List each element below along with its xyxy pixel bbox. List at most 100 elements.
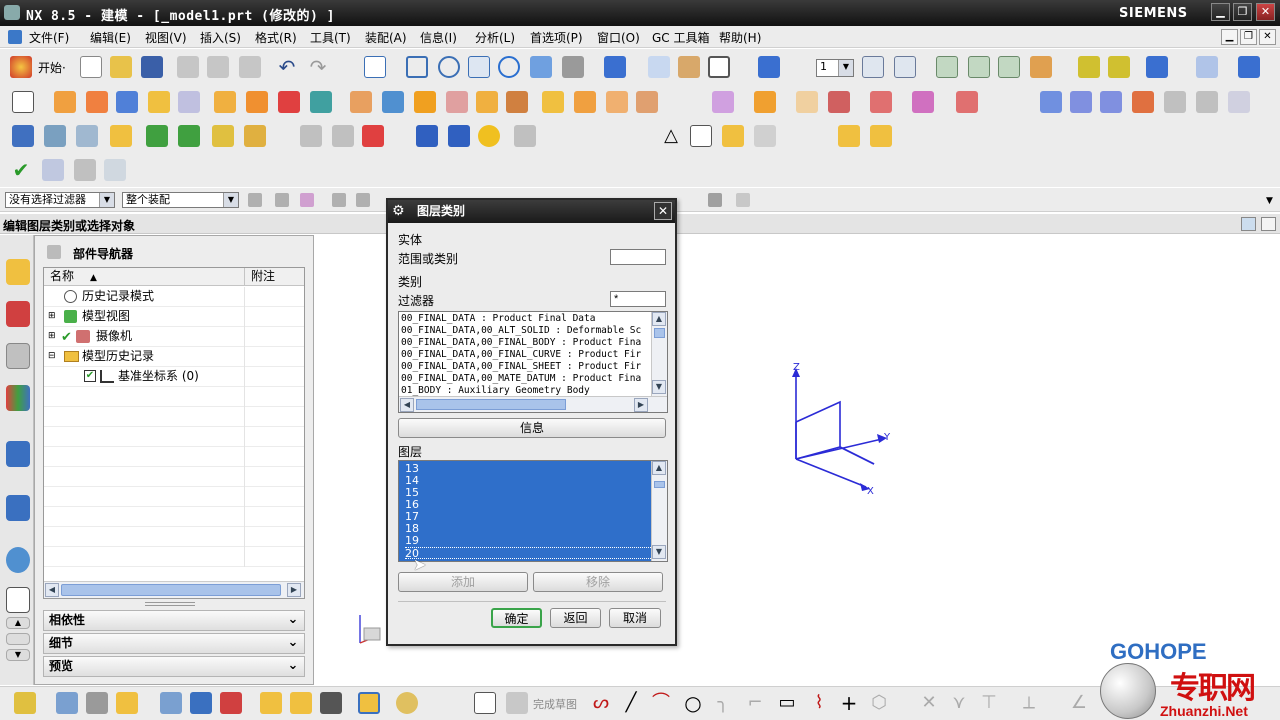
assembly-move-icon[interactable] <box>212 125 234 147</box>
resbar-menu-icon[interactable] <box>6 633 30 645</box>
table-icon[interactable] <box>690 125 712 147</box>
rectangle-icon[interactable]: ▭ <box>776 692 798 714</box>
chamfer-sketch-icon[interactable]: ⌐ <box>744 692 766 714</box>
restore-button[interactable]: ❐ <box>1233 3 1252 21</box>
reposition-icon[interactable] <box>190 692 212 714</box>
render-style-icon[interactable] <box>562 56 584 78</box>
sync-move-face-icon[interactable] <box>712 91 734 113</box>
split-body-icon[interactable] <box>606 91 628 113</box>
tree-row[interactable]: ✔ 基准坐标系 (0) <box>44 367 304 387</box>
add-component-icon[interactable] <box>116 692 138 714</box>
clip-icon[interactable] <box>396 692 418 714</box>
datum-plane-icon[interactable] <box>278 91 300 113</box>
resbar-down-icon[interactable]: ▼ <box>6 649 30 661</box>
category-vscrollbar[interactable]: ▲ ▼ <box>651 312 667 396</box>
report-icon[interactable] <box>74 159 96 181</box>
lights-icon[interactable] <box>648 56 670 78</box>
quick-extend-icon[interactable]: ⋎ <box>948 692 970 714</box>
constraint-navigator-icon[interactable] <box>6 301 30 327</box>
back-button[interactable]: 返回 <box>550 608 601 628</box>
status-window-icon[interactable] <box>1261 217 1276 231</box>
mirror-assembly-icon[interactable] <box>160 692 182 714</box>
category-hscrollbar[interactable]: ◀ ▶ <box>399 396 667 412</box>
revolve-icon[interactable] <box>86 91 108 113</box>
layer-stack-icon[interactable] <box>44 125 66 147</box>
explode-icon[interactable] <box>220 692 242 714</box>
menu-help[interactable]: 帮助(H) <box>719 29 761 46</box>
show-hide-icon[interactable] <box>1108 56 1130 78</box>
resbar-up-icon[interactable]: ▲ <box>6 617 30 629</box>
database-icon[interactable] <box>76 125 98 147</box>
scroll-left-arrow[interactable]: ◀ <box>400 398 414 412</box>
zoom-window-icon[interactable] <box>406 56 428 78</box>
point-icon[interactable]: + <box>838 692 860 714</box>
checkmate-icon[interactable] <box>42 159 64 181</box>
filter-icon[interactable] <box>248 193 262 207</box>
wave-geometry-linker-icon[interactable] <box>320 692 342 714</box>
offset-face-icon[interactable] <box>636 91 658 113</box>
expand-icon[interactable]: ⊞ <box>48 327 56 346</box>
rotate-icon[interactable] <box>498 56 520 78</box>
pattern-face-icon[interactable] <box>912 91 934 113</box>
part-navigator-icon[interactable] <box>6 343 30 369</box>
pan-icon[interactable] <box>468 56 490 78</box>
menu-tools[interactable]: 工具(T) <box>310 29 351 46</box>
tree-row[interactable]: 历史记录模式 <box>44 287 304 307</box>
scroll-right-arrow[interactable]: ▶ <box>634 398 648 412</box>
menu-analysis[interactable]: 分析(L) <box>475 29 515 46</box>
list-item[interactable]: 00_FINAL_DATA,00_MATE_DATUM : Product Fi… <box>401 373 649 385</box>
start-icon[interactable] <box>10 56 32 78</box>
constraints-icon[interactable]: ∠ <box>1068 692 1090 714</box>
block-icon[interactable] <box>116 91 138 113</box>
scroll-right-arrow[interactable]: ▶ <box>287 583 301 597</box>
history-icon[interactable] <box>6 547 30 573</box>
edit-object-display-icon[interactable] <box>1078 56 1100 78</box>
quick-trim-icon[interactable]: ✕ <box>918 692 940 714</box>
collapse-icon[interactable]: ⊟ <box>48 347 56 366</box>
fit-view-icon[interactable] <box>364 56 386 78</box>
perspective-icon[interactable] <box>530 56 552 78</box>
cylinder-icon[interactable] <box>148 91 170 113</box>
sequence-icon[interactable] <box>260 692 282 714</box>
menu-window[interactable]: 窗口(O) <box>597 29 640 46</box>
remove-button[interactable]: 移除 <box>533 572 663 592</box>
chevron-down-icon[interactable]: ⌄ <box>282 633 304 654</box>
frame-icon[interactable] <box>722 125 744 147</box>
menu-preferences[interactable]: 首选项(P) <box>530 29 583 46</box>
assembly-constraint-icon[interactable] <box>244 125 266 147</box>
finish-sketch-icon[interactable] <box>506 692 528 714</box>
tube-icon[interactable] <box>448 125 470 147</box>
menu-edit[interactable]: 编辑(E) <box>90 29 131 46</box>
expand-icon[interactable]: ⊞ <box>48 307 56 326</box>
cut-icon[interactable] <box>177 56 199 78</box>
offset-region-icon[interactable] <box>870 91 892 113</box>
scroll-up-arrow[interactable]: ▲ <box>652 312 666 326</box>
layer-category-icon[interactable] <box>936 56 958 78</box>
work-part-icon[interactable] <box>56 692 78 714</box>
move-to-layer-icon[interactable] <box>968 56 990 78</box>
arc-icon[interactable]: ⌒ <box>650 692 672 714</box>
orient-view-icon[interactable] <box>604 56 626 78</box>
trim-body-icon[interactable] <box>574 91 596 113</box>
chamfer-icon[interactable] <box>446 91 468 113</box>
shell-icon[interactable] <box>476 91 498 113</box>
details-section[interactable]: 细节 ⌄ <box>43 633 305 654</box>
navigator-tree[interactable]: 名称 ▲ 附注 历史记录模式 ⊞ 模型视图 ⊞ ✔ 摄像机 ⊟ 模型历史记录 ✔ <box>43 267 305 599</box>
menu-info[interactable]: 信息(I) <box>420 29 457 46</box>
zoom-icon[interactable] <box>438 56 460 78</box>
layer-list[interactable]: 13 14 15 16 17 18 19 20 ▲ ▼ <box>398 460 668 562</box>
column-note-header[interactable]: 附注 <box>244 268 304 286</box>
menu-view[interactable]: 视图(V) <box>145 29 187 46</box>
system-materials-icon[interactable] <box>6 587 30 613</box>
paste-icon[interactable] <box>239 56 261 78</box>
tree-row[interactable]: ⊞ ✔ 摄像机 <box>44 327 304 347</box>
list-item[interactable]: 00_FINAL_DATA,00_FINAL_CURVE : Product F… <box>401 349 649 361</box>
type-filter-select[interactable]: 没有选择过滤器 ▼ <box>5 192 115 208</box>
visible-in-view-icon[interactable] <box>894 56 916 78</box>
pipe-icon[interactable] <box>416 125 438 147</box>
bridge-icon[interactable] <box>1228 91 1250 113</box>
gear-icon[interactable] <box>514 125 536 147</box>
unite-icon[interactable] <box>350 91 372 113</box>
undo-icon[interactable]: ↶ <box>276 56 298 78</box>
wave-geometry-icon[interactable] <box>332 125 354 147</box>
